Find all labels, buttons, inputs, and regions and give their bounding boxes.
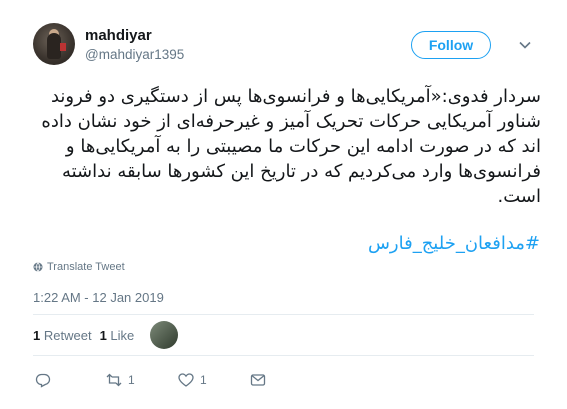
like-icon bbox=[178, 373, 194, 387]
direct-message-button[interactable] bbox=[250, 372, 266, 388]
like-stat-label: Like bbox=[110, 328, 135, 343]
timestamp[interactable]: 1:22 AM - 12 Jan 2019 bbox=[33, 290, 164, 305]
user-handle[interactable]: @mahdiyar1395 bbox=[85, 47, 184, 62]
liker-avatar[interactable] bbox=[150, 321, 178, 349]
tweet-card: mahdiyar @mahdiyar1395 Follow سردار فدوی… bbox=[0, 0, 567, 409]
message-icon bbox=[250, 374, 266, 386]
like-stat[interactable]: 1 Like bbox=[100, 328, 135, 343]
retweet-count: 1 bbox=[33, 328, 41, 343]
tweet-stats: 1 Retweet 1 Like bbox=[33, 328, 142, 343]
like-action-count: 1 bbox=[200, 373, 207, 387]
retweet-stat[interactable]: 1 Retweet bbox=[33, 328, 92, 343]
retweet-action-count: 1 bbox=[128, 373, 135, 387]
globe-icon bbox=[33, 262, 43, 272]
retweet-stat-label: Retweet bbox=[43, 328, 92, 343]
reply-button[interactable] bbox=[35, 372, 57, 388]
follow-button[interactable]: Follow bbox=[411, 31, 491, 59]
hashtag-link[interactable]: #مدافعان_خلیج_فارس bbox=[368, 233, 540, 254]
divider bbox=[33, 355, 534, 356]
chevron-down-icon[interactable] bbox=[518, 38, 532, 52]
display-name[interactable]: mahdiyar bbox=[85, 27, 152, 44]
retweet-button[interactable]: 1 bbox=[106, 372, 135, 388]
translate-tweet-link[interactable]: Translate Tweet bbox=[33, 261, 125, 273]
avatar[interactable] bbox=[33, 23, 75, 65]
translate-label[interactable]: Translate Tweet bbox=[47, 261, 125, 273]
like-button[interactable]: 1 bbox=[178, 372, 207, 388]
divider bbox=[33, 314, 534, 315]
reply-icon bbox=[35, 373, 51, 388]
tweet-text: سردار فدوی:«آمریکایی‌ها و فرانسوی‌ها پس … bbox=[41, 86, 541, 207]
like-count: 1 bbox=[99, 328, 107, 343]
retweet-icon bbox=[106, 373, 122, 387]
